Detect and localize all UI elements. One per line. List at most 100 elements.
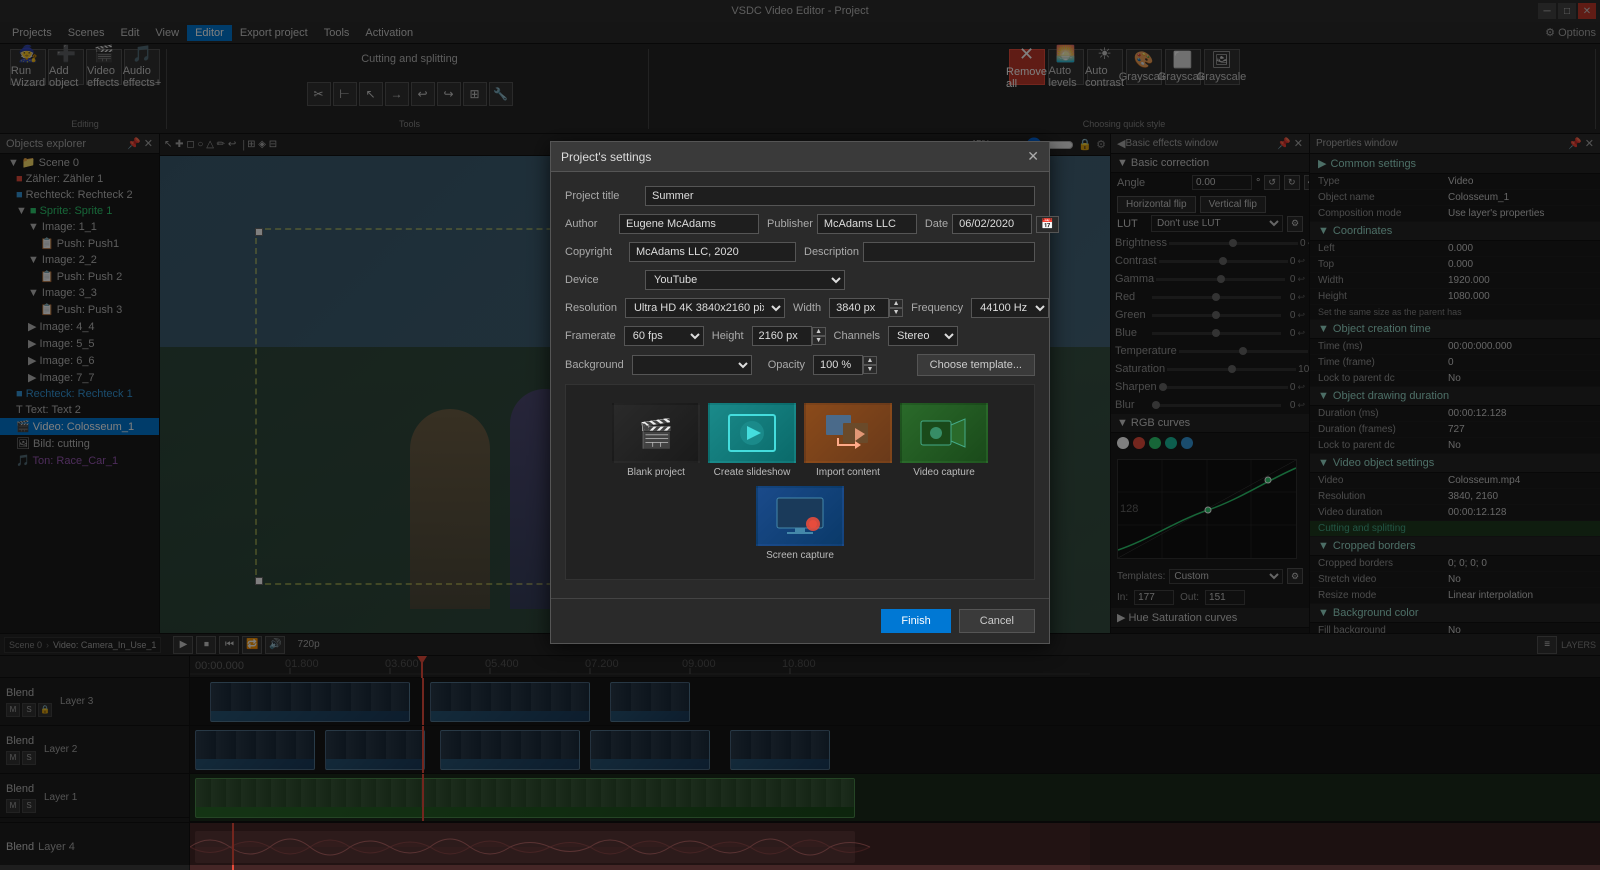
tree-item-push3[interactable]: 📋 Push: Push 3 [0, 301, 159, 318]
clip-3c[interactable] [610, 682, 690, 722]
clip-3b[interactable] [430, 682, 590, 722]
track2-mute[interactable]: M [6, 751, 20, 765]
add-object-button[interactable]: ➕ Add object [48, 49, 84, 85]
cancel-button[interactable]: Cancel [959, 609, 1035, 633]
project-title-input[interactable] [645, 186, 1035, 206]
green-channel-dot[interactable] [1149, 437, 1161, 449]
blue-reset[interactable]: ↩ [1297, 326, 1305, 340]
tl-rewind-btn[interactable]: ⏮ [219, 636, 239, 654]
tl-volume-btn[interactable]: 🔊 [265, 636, 285, 654]
green-reset[interactable]: ↩ [1297, 308, 1305, 322]
tree-item-image3[interactable]: ▼ Image: 3_3 [0, 285, 159, 301]
tl-stop-btn[interactable]: ⏹ [196, 636, 216, 654]
audio-effects-button[interactable]: 🎵 Audio effects+ [124, 49, 160, 85]
grayscale2-button[interactable]: ⬜ Grayscale [1165, 49, 1201, 85]
tree-item-ton-racecar[interactable]: 🎵 Ton: Race_Car_1 [0, 452, 159, 469]
template-screen-capture[interactable]: Screen capture [756, 486, 844, 561]
out-value-input[interactable] [1205, 590, 1245, 605]
white-channel-dot[interactable] [1117, 437, 1129, 449]
run-wizard-button[interactable]: 🧙 Run Wizard [10, 49, 46, 85]
date-input[interactable] [952, 214, 1032, 234]
height-down[interactable]: ▼ [812, 336, 826, 345]
device-select[interactable]: YouTube [645, 270, 845, 290]
choose-template-button[interactable]: Choose template... [917, 354, 1035, 376]
grayscale1-button[interactable]: 🎨 Grayscale [1126, 49, 1162, 85]
tool-split[interactable]: ⊢ [333, 82, 357, 106]
temperature-slider[interactable] [1179, 350, 1308, 353]
angle-ccw-button[interactable]: ↺ [1264, 175, 1280, 190]
gamma-reset[interactable]: ↩ [1297, 272, 1305, 286]
gamma-slider[interactable] [1156, 278, 1285, 281]
template-import-content[interactable]: Import content [804, 403, 892, 478]
tree-item-zahler1[interactable]: ■ Zähler: Zähler 1 [0, 171, 159, 187]
tool-cut[interactable]: ✂ [307, 82, 331, 106]
tree-item-image1[interactable]: ▼ Image: 1_1 [0, 219, 159, 235]
video-effects-button[interactable]: 🎬 Video effects [86, 49, 122, 85]
blue-channel-dot[interactable] [1181, 437, 1193, 449]
track1-mute[interactable]: M [6, 799, 20, 813]
menu-editor[interactable]: Editor [187, 25, 232, 41]
tree-item-scene0[interactable]: ▼ 📁 Scene 0 [0, 154, 159, 171]
contrast-slider[interactable] [1159, 260, 1288, 263]
tool-magnet[interactable]: 🔧 [489, 82, 513, 106]
author-input[interactable] [619, 214, 759, 234]
horizontal-flip-button[interactable]: Horizontal flip [1117, 196, 1196, 213]
tree-item-image4[interactable]: ▶ Image: 4_4 [0, 318, 159, 335]
brightness-slider[interactable] [1169, 242, 1298, 245]
menu-export[interactable]: Export project [232, 25, 316, 41]
clip-3a[interactable] [210, 682, 410, 722]
contrast-reset[interactable]: ↩ [1297, 254, 1305, 268]
track3-lock[interactable]: 🔒 [38, 703, 52, 717]
red-slider[interactable] [1152, 296, 1281, 299]
width-down[interactable]: ▼ [889, 308, 903, 317]
tree-item-text2[interactable]: T Text: Text 2 [0, 402, 159, 418]
templates-select[interactable]: Custom [1169, 569, 1283, 584]
dialog-close-button[interactable]: ✕ [1027, 148, 1039, 165]
auto-levels-button[interactable]: 🌅 Auto levels [1048, 49, 1084, 85]
object-creation-time-header[interactable]: ▼ Object creation time [1310, 320, 1600, 339]
clip-2b[interactable] [325, 730, 425, 770]
lut-settings-button[interactable]: ⚙ [1287, 216, 1303, 232]
template-create-slideshow[interactable]: Create slideshow [708, 403, 796, 478]
tree-item-rechteck1[interactable]: ■ Rechteck: Rechteck 1 [0, 386, 159, 402]
tree-item-push2[interactable]: 📋 Push: Push 2 [0, 268, 159, 285]
templates-settings-button[interactable]: ⚙ [1287, 568, 1303, 584]
blue-slider[interactable] [1152, 332, 1281, 335]
in-value-input[interactable] [1134, 590, 1174, 605]
opacity-input[interactable] [813, 355, 863, 375]
saturation-slider[interactable] [1167, 368, 1296, 371]
finish-button[interactable]: Finish [881, 609, 950, 633]
tl-play-btn[interactable]: ▶ [173, 636, 193, 654]
clip-1-main[interactable] [195, 778, 855, 818]
tree-item-rechteck2[interactable]: ■ Rechteck: Rechteck 2 [0, 187, 159, 203]
vertical-flip-button[interactable]: Vertical flip [1200, 196, 1266, 213]
background-select[interactable] [632, 355, 752, 375]
width-input[interactable] [829, 298, 889, 318]
tree-item-bild-cutting[interactable]: 🖼 Bild: cutting [0, 435, 159, 452]
publisher-input[interactable] [817, 214, 917, 234]
track3-solo[interactable]: S [22, 703, 36, 717]
menu-activation[interactable]: Activation [357, 25, 421, 41]
tool-redo[interactable]: ↪ [437, 82, 461, 106]
rgb-curve-canvas[interactable]: 128 [1117, 459, 1297, 559]
height-up[interactable]: ▲ [812, 327, 826, 336]
cyan-channel-dot[interactable] [1165, 437, 1177, 449]
close-button[interactable]: ✕ [1578, 3, 1596, 19]
cropped-borders-header[interactable]: ▼ Cropped borders [1310, 537, 1600, 556]
tool-undo[interactable]: ↩ [411, 82, 435, 106]
sharpen-slider[interactable] [1159, 386, 1288, 389]
clip-2c[interactable] [440, 730, 580, 770]
lut-select[interactable]: Don't use LUT [1151, 215, 1283, 232]
minimize-button[interactable]: ─ [1538, 3, 1556, 19]
video-settings-header[interactable]: ▼ Video object settings [1310, 454, 1600, 473]
auto-contrast-button[interactable]: ☀ Auto contrast [1087, 49, 1123, 85]
remove-all-button[interactable]: ✕ Remove all [1009, 49, 1045, 85]
menu-projects[interactable]: Projects [4, 25, 60, 41]
settings-icon[interactable]: ⚙ [1096, 138, 1106, 151]
tree-item-image2[interactable]: ▼ Image: 2_2 [0, 252, 159, 268]
width-up[interactable]: ▲ [889, 299, 903, 308]
sharpen-reset[interactable]: ↩ [1297, 380, 1305, 394]
track1-solo[interactable]: S [22, 799, 36, 813]
maximize-button[interactable]: □ [1558, 3, 1576, 19]
template-blank-project[interactable]: 🎬 Blank project [612, 403, 700, 478]
